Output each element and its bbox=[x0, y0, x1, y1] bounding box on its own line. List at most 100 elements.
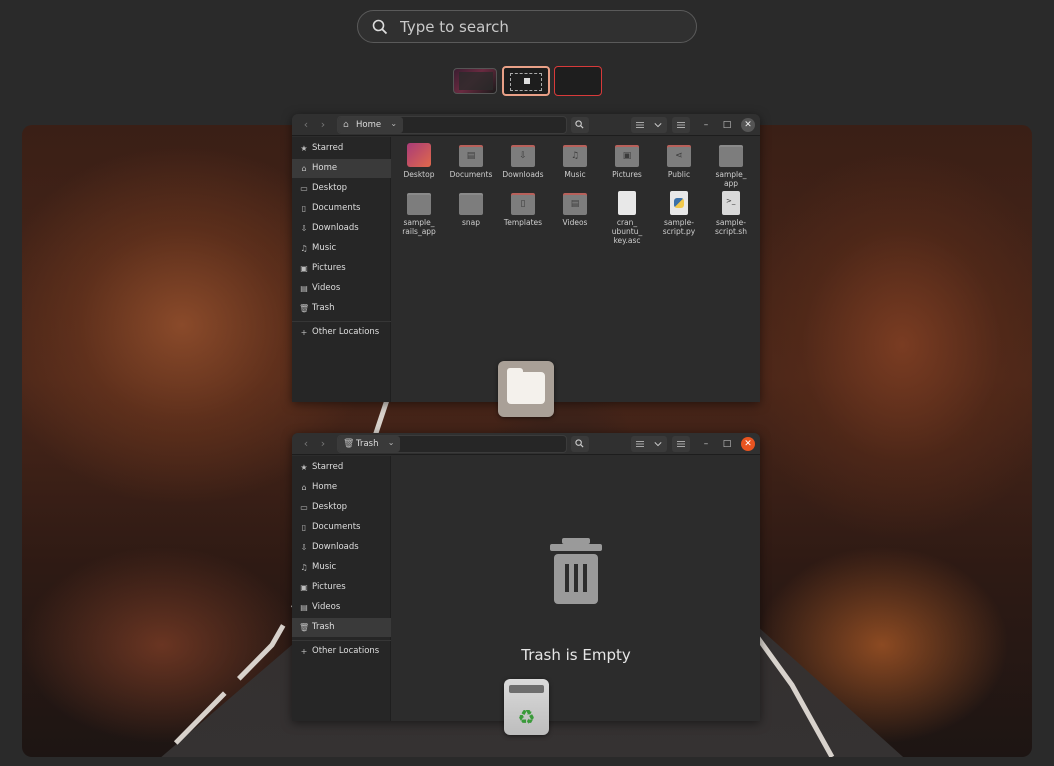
back-button[interactable]: ‹ bbox=[298, 117, 314, 133]
path-bar[interactable]: ⌂ Home ⌄ bbox=[337, 116, 567, 134]
sidebar-item-other-locations[interactable]: + Other Locations bbox=[292, 642, 391, 661]
file-item-videos[interactable]: ▤ Videos bbox=[549, 191, 601, 227]
minimize-button[interactable]: – bbox=[699, 437, 713, 451]
recycle-icon: ♻ bbox=[517, 705, 536, 729]
sidebar-item-trash[interactable]: 🗑 Trash bbox=[292, 618, 391, 637]
chevron-down-icon bbox=[654, 442, 662, 447]
close-button[interactable]: ✕ bbox=[741, 437, 755, 451]
sidebar-item-starred[interactable]: ★ Starred bbox=[292, 458, 391, 477]
documents-folder-icon: ▤ bbox=[459, 143, 483, 167]
workspace-thumbnail-3[interactable] bbox=[554, 66, 602, 96]
sidebar-item-pictures[interactable]: ▣ Pictures bbox=[292, 259, 391, 278]
file-item-music[interactable]: ♫ Music bbox=[549, 143, 601, 179]
chevron-down-icon bbox=[654, 123, 662, 128]
maximize-button[interactable]: □ bbox=[720, 437, 734, 451]
files-window-home[interactable]: ‹ › ⌂ Home ⌄ – □ ✕ ★ Starred ⌂ Home ▭ De… bbox=[292, 114, 760, 402]
sidebar-item-starred[interactable]: ★ Starred bbox=[292, 139, 391, 158]
music-icon: ♫ bbox=[300, 563, 308, 572]
folder-icon bbox=[407, 191, 431, 215]
file-grid: Desktop ▤ Documents ⇩ Downloads ♫ Music ▣ Pi… bbox=[392, 137, 760, 402]
sidebar-item-other-locations[interactable]: + Other Locations bbox=[292, 323, 391, 342]
trash-app-icon[interactable]: ♻ bbox=[504, 679, 549, 735]
header-bar: ‹ › ⌂ Home ⌄ – □ ✕ bbox=[292, 114, 760, 136]
pictures-icon: ▣ bbox=[300, 264, 308, 273]
sidebar-item-trash[interactable]: 🗑 Trash bbox=[292, 299, 391, 318]
file-item-downloads[interactable]: ⇩ Downloads bbox=[497, 143, 549, 179]
file-item-desktop[interactable]: Desktop bbox=[393, 143, 445, 179]
home-icon: ⌂ bbox=[343, 120, 349, 130]
chevron-down-icon: ⌄ bbox=[390, 119, 398, 128]
sidebar-item-music[interactable]: ♫ Music bbox=[292, 558, 391, 577]
sidebar-item-downloads[interactable]: ⇩ Downloads bbox=[292, 219, 391, 238]
header-bar: ‹ › 🗑 Trash ⌄ – □ ✕ bbox=[292, 433, 760, 455]
files-window-trash[interactable]: ‹ › 🗑 Trash ⌄ – □ ✕ ★ Starred ⌂ Home ▭ D… bbox=[292, 433, 760, 721]
sidebar-item-music[interactable]: ♫ Music bbox=[292, 239, 391, 258]
star-icon: ★ bbox=[300, 144, 308, 153]
file-item-snap[interactable]: snap bbox=[445, 191, 497, 227]
workspace-thumbnail-1[interactable] bbox=[453, 68, 497, 94]
list-view-icon bbox=[636, 441, 644, 447]
file-item-sample-rails-app[interactable]: sample_ rails_app bbox=[393, 191, 445, 236]
home-icon: ⌂ bbox=[301, 483, 307, 492]
sidebar-item-pictures[interactable]: ▣ Pictures bbox=[292, 578, 391, 597]
sidebar-item-documents[interactable]: ▯ Documents bbox=[292, 518, 391, 537]
sidebar-item-desktop[interactable]: ▭ Desktop bbox=[292, 498, 391, 517]
sidebar-item-documents[interactable]: ▯ Documents bbox=[292, 199, 391, 218]
sidebar-item-home[interactable]: ⌂ Home bbox=[292, 159, 391, 178]
minimize-button[interactable]: – bbox=[699, 118, 713, 132]
forward-button[interactable]: › bbox=[315, 436, 331, 452]
trash-icon: 🗑 bbox=[343, 439, 355, 449]
desktop-icon: ▭ bbox=[300, 184, 308, 193]
text-file-icon bbox=[615, 191, 639, 215]
path-bar[interactable]: 🗑 Trash ⌄ bbox=[337, 435, 567, 453]
file-item-cran-key[interactable]: cran_ ubuntu_ key.asc bbox=[601, 191, 653, 245]
trash-icon: 🗑 bbox=[299, 304, 310, 313]
search-button[interactable] bbox=[571, 436, 589, 452]
music-icon: ♫ bbox=[300, 244, 308, 253]
shell-script-icon: >_ bbox=[719, 191, 743, 215]
file-item-sample-app[interactable]: sample_ app bbox=[705, 143, 757, 188]
documents-icon: ▯ bbox=[301, 204, 307, 213]
file-item-pictures[interactable]: ▣ Pictures bbox=[601, 143, 653, 179]
file-item-sample-script-sh[interactable]: >_ sample- script.sh bbox=[705, 191, 757, 236]
view-options-button[interactable] bbox=[631, 117, 667, 133]
plus-icon: + bbox=[300, 647, 308, 656]
workspace-thumbnail-2[interactable] bbox=[502, 66, 550, 96]
search-bar[interactable] bbox=[357, 10, 697, 43]
sidebar: ★ Starred ⌂ Home ▭ Desktop ▯ Documents ⇩ Down… bbox=[292, 137, 391, 402]
forward-button[interactable]: › bbox=[315, 117, 331, 133]
file-item-sample-script-py[interactable]: sample- script.py bbox=[653, 191, 705, 236]
sidebar-item-videos[interactable]: ▤ Videos bbox=[292, 279, 391, 298]
search-icon bbox=[372, 19, 388, 34]
public-folder-icon: ⋖ bbox=[667, 143, 691, 167]
plus-icon: + bbox=[300, 328, 308, 337]
sidebar-divider bbox=[292, 640, 391, 641]
file-item-public[interactable]: ⋖ Public bbox=[653, 143, 705, 179]
videos-icon: ▤ bbox=[300, 284, 308, 293]
empty-message: Trash is Empty bbox=[521, 646, 631, 664]
sidebar-item-videos[interactable]: ▤ Videos bbox=[292, 598, 391, 617]
music-folder-icon: ♫ bbox=[563, 143, 587, 167]
downloads-icon: ⇩ bbox=[300, 224, 308, 233]
path-segment-trash[interactable]: 🗑 Trash ⌄ bbox=[338, 436, 401, 452]
sidebar-divider bbox=[292, 321, 391, 322]
search-button[interactable] bbox=[571, 117, 589, 133]
back-button[interactable]: ‹ bbox=[298, 436, 314, 452]
downloads-folder-icon: ⇩ bbox=[511, 143, 535, 167]
file-item-templates[interactable]: ▯ Templates bbox=[497, 191, 549, 227]
maximize-button[interactable]: □ bbox=[720, 118, 734, 132]
file-item-documents[interactable]: ▤ Documents bbox=[445, 143, 497, 179]
desktop-icon: ▭ bbox=[300, 503, 308, 512]
view-options-button[interactable] bbox=[631, 436, 667, 452]
search-icon bbox=[575, 439, 584, 448]
files-app-icon[interactable] bbox=[498, 361, 554, 417]
close-button[interactable]: ✕ bbox=[741, 118, 755, 132]
home-icon: ⌂ bbox=[301, 164, 307, 173]
sidebar-item-desktop[interactable]: ▭ Desktop bbox=[292, 179, 391, 198]
sidebar-item-downloads[interactable]: ⇩ Downloads bbox=[292, 538, 391, 557]
search-input[interactable] bbox=[400, 17, 680, 36]
sidebar-item-home[interactable]: ⌂ Home bbox=[292, 478, 391, 497]
menu-button[interactable] bbox=[672, 117, 690, 133]
path-segment-home[interactable]: ⌂ Home ⌄ bbox=[338, 117, 404, 133]
menu-button[interactable] bbox=[672, 436, 690, 452]
